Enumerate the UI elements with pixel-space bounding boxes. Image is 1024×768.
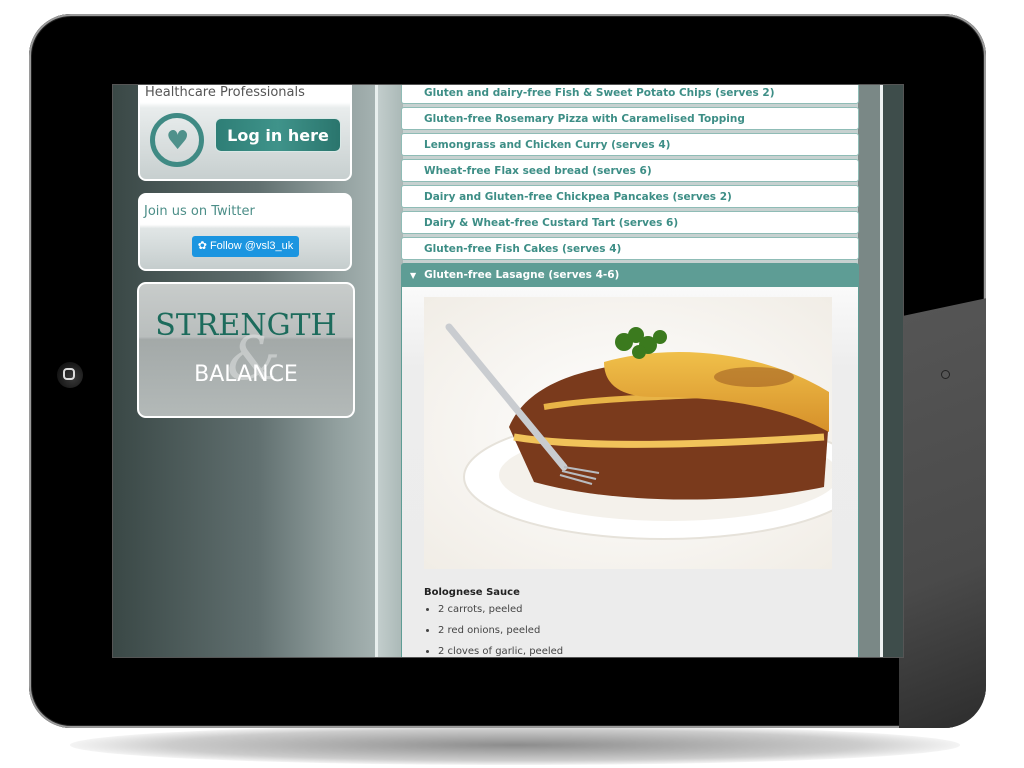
- ingredient-item: 2 cloves of garlic, peeled: [438, 645, 563, 657]
- login-button[interactable]: Log in here: [215, 118, 341, 152]
- recipe-item[interactable]: Dairy & Wheat-free Custard Tart (serves …: [401, 211, 859, 234]
- healthcare-title: Healthcare Professionals: [145, 85, 305, 100]
- ingredient-item: 2 carrots, peeled: [438, 603, 563, 624]
- ingredient-item: 2 red onions, peeled: [438, 624, 563, 645]
- bezel-reflection: [899, 291, 986, 728]
- recipe-item[interactable]: Wheat-free Flax seed bread (serves 6): [401, 159, 859, 182]
- camera-icon: [941, 370, 950, 379]
- follow-label: Follow @vsl3_uk: [209, 240, 294, 252]
- tablet-shadow: [70, 725, 960, 765]
- recipe-item[interactable]: Dairy and Gluten-free Chickpea Pancakes …: [401, 185, 859, 208]
- section-title: Bolognese Sauce: [424, 587, 520, 598]
- home-button[interactable]: [57, 362, 83, 388]
- banner-balance: BALANCE: [194, 362, 298, 387]
- caret-down-icon: ▼: [410, 271, 417, 280]
- twitter-card: Join us on Twitter ✿ Follow @vsl3_uk: [138, 193, 352, 271]
- strength-balance-banner[interactable]: & STRENGTH BALANCE: [137, 282, 355, 418]
- recipe-accordion: Gluten and dairy-free Fish & Sweet Potat…: [401, 85, 859, 657]
- recipe-item[interactable]: Gluten-free Rosemary Pizza with Carameli…: [401, 107, 859, 130]
- twitter-title: Join us on Twitter: [144, 204, 255, 219]
- lasagne-image: [424, 297, 832, 569]
- content-gutter: [378, 85, 403, 657]
- healthcare-professionals-card: Healthcare Professionals ♥ Log in here: [138, 85, 352, 181]
- right-edge: [883, 85, 903, 657]
- recipe-item-active[interactable]: ▼ Gluten-free Lasagne (serves 4-6): [401, 263, 859, 287]
- recipe-item[interactable]: Gluten-free Fish Cakes (serves 4): [401, 237, 859, 260]
- recipe-panel: Bolognese Sauce 2 carrots, peeled 2 red …: [401, 287, 859, 657]
- twitter-bird-icon: ✿: [197, 240, 207, 252]
- twitter-follow-button[interactable]: ✿ Follow @vsl3_uk: [192, 236, 299, 257]
- active-recipe-label: Gluten-free Lasagne (serves 4-6): [424, 269, 620, 281]
- lasagne-illustration: [424, 297, 832, 569]
- recipe-item[interactable]: Lemongrass and Chicken Curry (serves 4): [401, 133, 859, 156]
- banner-strength: STRENGTH: [155, 308, 337, 343]
- heart-ring-icon: ♥: [150, 113, 204, 167]
- ingredient-list: 2 carrots, peeled 2 red onions, peeled 2…: [424, 603, 563, 657]
- recipe-item[interactable]: Gluten and dairy-free Fish & Sweet Potat…: [401, 85, 859, 104]
- tablet-screen: Healthcare Professionals ♥ Log in here J…: [112, 84, 904, 658]
- home-square-icon: [63, 368, 75, 380]
- heart-icon: ♥: [166, 126, 190, 156]
